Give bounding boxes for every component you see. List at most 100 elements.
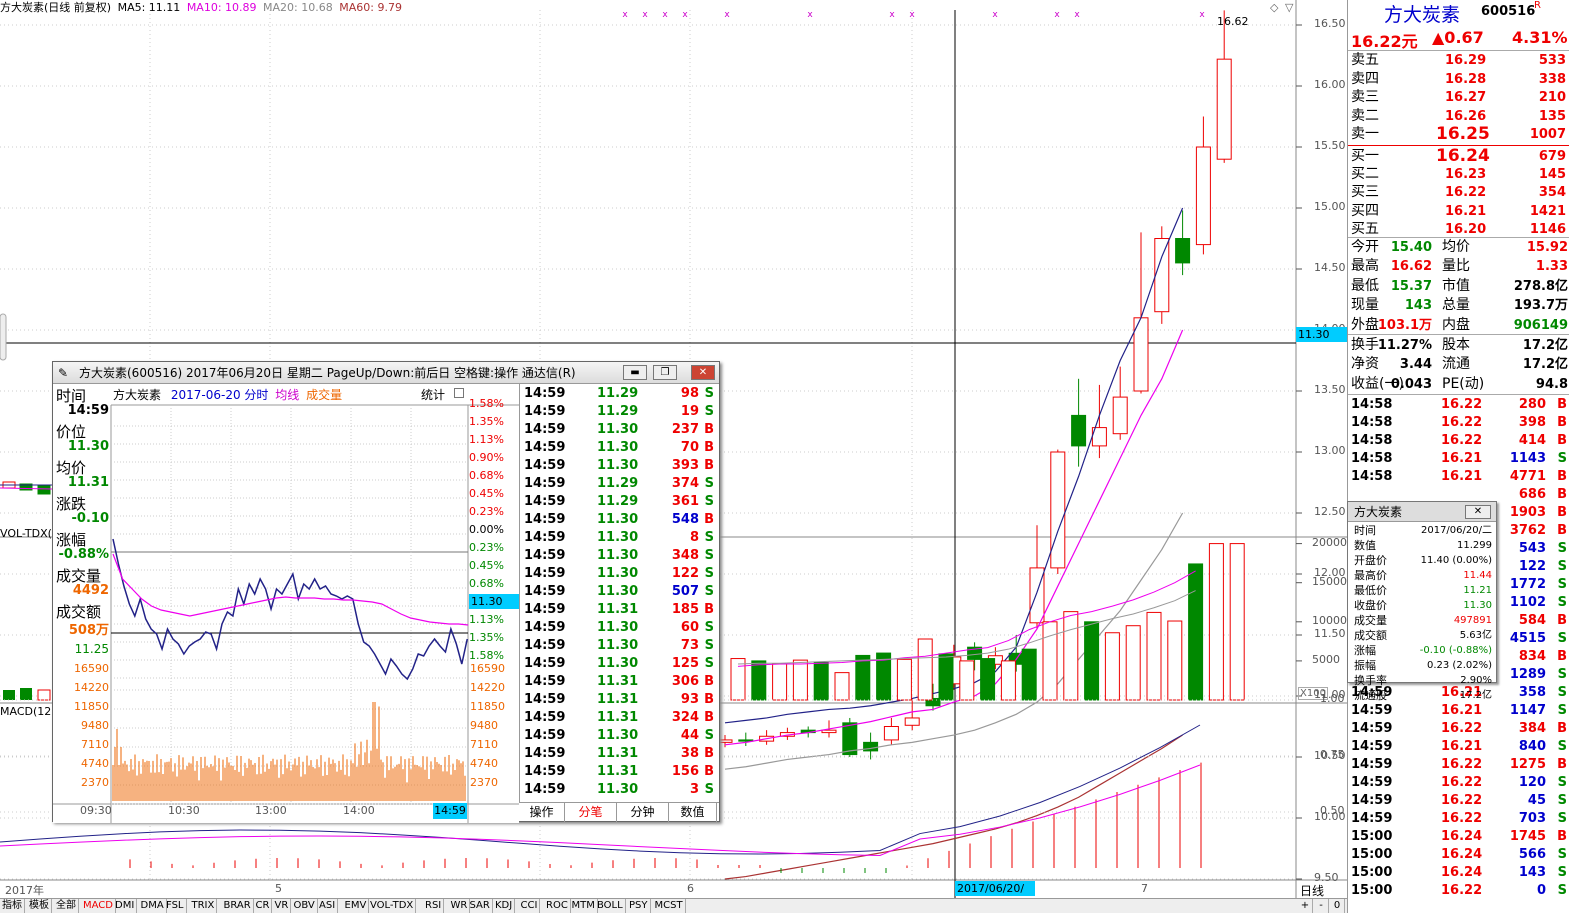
candle-body bbox=[1112, 396, 1128, 435]
tick-volume: 120 bbox=[1518, 775, 1546, 790]
volume-bar bbox=[751, 660, 767, 701]
pct-tick-label: 1.35% bbox=[469, 415, 504, 428]
cursor-date-tag: 2017/06/20/二 bbox=[955, 881, 1035, 910]
popup-tick-time: 14:59 bbox=[524, 476, 566, 491]
bid-volume: 145 bbox=[1538, 167, 1566, 183]
minimize-button[interactable]: ▬ bbox=[623, 365, 647, 380]
data-info-box[interactable]: 方大炭素 ✕ 时间 2017/06/20/二 数值 11.299 开盘价 11.40 (0… bbox=[1347, 501, 1497, 702]
popup-tick-price: 11.30 bbox=[597, 458, 639, 473]
tick-volume: 1772 bbox=[1509, 577, 1546, 592]
popup-tick-side: S bbox=[704, 386, 714, 401]
stat-label: 股本 bbox=[1442, 337, 1470, 353]
side-value: 14:59 bbox=[67, 403, 109, 418]
popup-tick-price: 11.29 bbox=[597, 404, 639, 419]
toolbar-item-emv[interactable]: EMV bbox=[343, 899, 370, 913]
popup-vol-tick-left: 7110 bbox=[81, 738, 109, 751]
volume-bar bbox=[1000, 660, 1016, 701]
popup-title-text: 方大炭素(600516) 2017年06月20日 星期二 PageUp/Down… bbox=[79, 366, 576, 380]
toolbar-item-kdj[interactable]: KDJ bbox=[493, 899, 516, 913]
toolbar-item-obv[interactable]: OBV bbox=[292, 899, 318, 913]
popup-tick-row: 14:59 11.30 548 B bbox=[519, 511, 719, 529]
tick-row: 14:58 16.21 1143 S bbox=[1348, 449, 1569, 468]
toolbar-item-dma[interactable]: DMA bbox=[139, 899, 167, 913]
toolbar-item-dmi[interactable]: DMI bbox=[113, 899, 138, 913]
toolbar-item-mtm[interactable]: MTM bbox=[570, 899, 598, 913]
popup-vol-tick-left: 11850 bbox=[74, 700, 109, 713]
arrow-down-icon[interactable]: ▽ bbox=[1285, 1, 1293, 14]
popup-tick-row: 14:59 11.31 185 B bbox=[519, 601, 719, 619]
popup-tab-3[interactable]: 数值 bbox=[669, 803, 717, 822]
toolbar-item-psy[interactable]: PSY bbox=[627, 899, 651, 913]
stock-app-window: { "header": { "stock_title": "方大炭素(日线 前复… bbox=[0, 0, 1569, 913]
popup-tab-1[interactable]: 分笔 bbox=[565, 803, 617, 822]
pct-tick-label: 0.68% bbox=[469, 469, 504, 482]
volume-bar bbox=[1167, 620, 1183, 701]
popup-titlebar[interactable]: 方大炭素(600516) 2017年06月20日 星期二 PageUp/Down… bbox=[53, 362, 719, 384]
popup-tick-list[interactable]: 14:59 11.29 98 S 14:59 11.29 19 S 14:59 11.30 237 B… bbox=[519, 384, 719, 802]
bid-label: 买三 bbox=[1351, 184, 1379, 201]
period-label[interactable]: 日线 bbox=[1300, 882, 1324, 899]
tick-volume: 398 bbox=[1518, 415, 1546, 430]
diamond-icon[interactable]: ◇ bbox=[1270, 1, 1278, 14]
pct-tick-label: 0.68% bbox=[469, 577, 504, 590]
toolbar-item-vr[interactable]: VR bbox=[273, 899, 292, 913]
info-row: 最高价 11.44 bbox=[1348, 568, 1496, 583]
toolbar-item-boll[interactable]: BOLL bbox=[595, 899, 626, 913]
tick-volume: 1147 bbox=[1509, 703, 1546, 718]
toolbar-item-fsl[interactable]: FSL bbox=[164, 899, 187, 913]
toolbar-item-mcst[interactable]: MCST bbox=[653, 899, 686, 913]
toolbar-item-模板[interactable]: 模板 bbox=[27, 899, 52, 913]
toolbar-item-cci[interactable]: CCI bbox=[519, 899, 541, 913]
price-tick-label: 13.50 bbox=[1314, 383, 1346, 396]
popup-tick-volume: 156 bbox=[671, 764, 699, 779]
popup-tick-side: B bbox=[704, 692, 714, 707]
toolbar-item-cr[interactable]: CR bbox=[254, 899, 273, 913]
stats-checkbox[interactable] bbox=[454, 388, 464, 398]
popup-tick-side: B bbox=[704, 512, 714, 527]
popup-tab-0[interactable]: 操作 bbox=[519, 803, 565, 822]
popup-tick-row: 14:59 11.29 374 S bbox=[519, 475, 719, 493]
maximize-button[interactable]: ❐ bbox=[653, 365, 677, 380]
price-tick-label: 12.50 bbox=[1314, 505, 1346, 518]
intraday-popup-window[interactable]: 方大炭素(600516) 2017年06月20日 星期二 PageUp/Down… bbox=[52, 361, 720, 823]
popup-tab-2[interactable]: 分钟 bbox=[617, 803, 669, 822]
toolbar-item-rsi[interactable]: RSI bbox=[423, 899, 445, 913]
close-button[interactable]: ✕ bbox=[691, 365, 715, 380]
toolbar-item-roc[interactable]: ROC bbox=[544, 899, 571, 913]
pct-tick-label: 1.13% bbox=[469, 433, 504, 446]
info-value: 11.299 bbox=[1457, 540, 1492, 551]
toolbar-item-brar[interactable]: BRAR bbox=[222, 899, 254, 913]
stats-button[interactable]: 统计 bbox=[421, 386, 445, 403]
tick-row: 14:59 16.21 840 S bbox=[1348, 737, 1569, 756]
info-value: 2017/06/20/二 bbox=[1420, 525, 1492, 536]
toolbar-nav-button[interactable]: + bbox=[1298, 899, 1313, 913]
toolbar-item-trix[interactable]: TRIX bbox=[190, 899, 218, 913]
tick-volume: 566 bbox=[1518, 847, 1546, 862]
volume-bar bbox=[772, 663, 788, 701]
ask-volume: 338 bbox=[1538, 71, 1566, 87]
tick-time: 14:59 bbox=[1351, 721, 1393, 736]
toolbar-nav-button[interactable]: 0 bbox=[1330, 899, 1345, 913]
volume-bar bbox=[855, 654, 871, 701]
candle-body bbox=[1071, 414, 1087, 447]
tick-volume: 584 bbox=[1518, 613, 1546, 628]
toolbar-item-全部[interactable]: 全部 bbox=[54, 899, 79, 913]
toolbar-item-sar[interactable]: SAR bbox=[468, 899, 493, 913]
bid-price: 16.22 bbox=[1445, 185, 1487, 201]
ma5-label: MA5: 11.11 bbox=[117, 1, 181, 14]
toolbar-item-指标[interactable]: 指标 bbox=[0, 899, 25, 913]
toolbar-nav-button[interactable]: - bbox=[1314, 899, 1329, 913]
intraday-chart[interactable] bbox=[53, 384, 519, 823]
toolbar-item-vol-tdx[interactable]: VOL-TDX bbox=[368, 899, 417, 913]
top-marker: x bbox=[1054, 10, 1060, 20]
stat-label: 外盘 bbox=[1351, 316, 1379, 333]
tick-price: 16.21 bbox=[1441, 703, 1483, 718]
toolbar-item-asi[interactable]: ASI bbox=[317, 899, 339, 913]
infobox-close-icon[interactable]: ✕ bbox=[1465, 505, 1491, 519]
popup-tick-price: 11.30 bbox=[597, 530, 639, 545]
tick-side: B bbox=[1557, 757, 1567, 772]
pct-tick-label: 0.00% bbox=[469, 523, 504, 536]
popup-tick-side: S bbox=[704, 530, 714, 545]
popup-vol-tick-right: 7110 bbox=[470, 738, 498, 751]
toolbar-item-macd[interactable]: MACD bbox=[81, 899, 116, 913]
